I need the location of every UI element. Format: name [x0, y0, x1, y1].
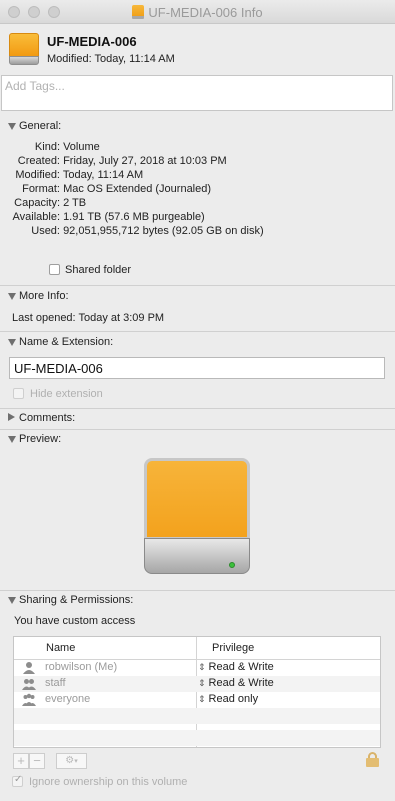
user-name: robwilson (Me) [45, 661, 118, 673]
shared-folder-checkbox[interactable] [49, 264, 60, 275]
stepper-arrows-icon: ⇕ [198, 678, 206, 688]
title-bar: UF-MEDIA-006 Info [0, 0, 395, 24]
external-drive-icon [9, 33, 39, 65]
privilege-select[interactable]: ⇕ Read & Write [198, 677, 274, 689]
sharing-label: Sharing & Permissions: [19, 594, 134, 606]
comments-section-toggle[interactable]: Comments: [0, 409, 395, 429]
ignore-ownership-label: Ignore ownership on this volume [29, 776, 188, 788]
item-modified: Modified: Today, 11:14 AM [47, 53, 175, 65]
sharing-section-toggle[interactable]: Sharing & Permissions: [0, 591, 395, 611]
remove-user-button[interactable]: − [29, 753, 45, 769]
divider [0, 331, 395, 332]
more-info-label: More Info: [19, 290, 69, 302]
table-row-empty [14, 708, 380, 724]
table-row[interactable]: everyone ⇕ Read only [14, 692, 380, 708]
column-header-privilege[interactable]: Privilege [212, 637, 254, 659]
column-header-name[interactable]: Name [46, 637, 75, 659]
general-row: Created: Friday, July 27, 2018 at 10:03 … [17, 155, 227, 167]
disclosure-open-icon [8, 597, 16, 604]
drive-preview-icon [144, 458, 250, 576]
user-name: staff [45, 677, 66, 689]
ignore-ownership-checkbox[interactable] [12, 774, 23, 787]
general-row: Available: 1.91 TB (57.6 MB purgeable) [12, 211, 205, 223]
preview-section-toggle[interactable]: Preview: [0, 430, 395, 450]
hide-extension-checkbox[interactable] [13, 388, 24, 399]
window-title: UF-MEDIA-006 Info [0, 5, 395, 20]
stepper-arrows-icon: ⇕ [198, 662, 206, 672]
privilege-select[interactable]: ⇕ Read & Write [198, 661, 274, 673]
stepper-arrows-icon: ⇕ [198, 694, 206, 704]
general-row: Used: 92,051,955,712 bytes (92.05 GB on … [31, 225, 264, 237]
comments-label: Comments: [19, 412, 76, 424]
disclosure-open-icon [8, 123, 16, 130]
drive-led-icon [229, 562, 235, 568]
everyone-icon [22, 693, 36, 706]
shared-folder-label: Shared folder [65, 264, 132, 276]
name-extension-section-toggle[interactable]: Name & Extension: [0, 333, 395, 353]
disclosure-open-icon [8, 339, 16, 346]
hide-extension-label: Hide extension [30, 388, 103, 400]
general-section-toggle[interactable]: General: [0, 117, 395, 137]
user-name: everyone [45, 693, 91, 705]
privilege-select[interactable]: ⇕ Read only [198, 693, 258, 705]
group-icon [22, 677, 36, 690]
preview-label: Preview: [19, 433, 62, 445]
general-row: Format: Mac OS Extended (Journaled) [22, 183, 212, 195]
table-row[interactable]: robwilson (Me) ⇕ Read & Write [14, 660, 380, 676]
table-row-empty [14, 730, 380, 746]
disclosure-closed-icon [8, 413, 15, 421]
user-icon [22, 661, 36, 674]
tags-input[interactable]: Add Tags... [1, 75, 393, 111]
general-label: General: [19, 120, 62, 132]
add-user-button[interactable]: + [13, 753, 29, 769]
lock-icon[interactable] [366, 752, 379, 767]
general-row: Capacity: 2 TB [14, 197, 87, 209]
drive-icon [132, 5, 145, 19]
permissions-table: Name Privilege robwilson (Me) ⇕ Read & Wr… [13, 636, 381, 748]
general-row: Modified: Today, 11:14 AM [15, 169, 144, 181]
divider [0, 285, 395, 286]
general-row: Kind: Volume [34, 141, 100, 153]
item-name: UF-MEDIA-006 [47, 34, 137, 49]
action-menu-button[interactable]: ⚙▾ [56, 753, 87, 769]
name-extension-label: Name & Extension: [19, 336, 114, 348]
disclosure-open-icon [8, 436, 16, 443]
chevron-down-icon: ▾ [74, 758, 78, 765]
disclosure-open-icon [8, 293, 16, 300]
last-opened-row: Last opened: Today at 3:09 PM [12, 312, 165, 324]
table-row[interactable]: staff ⇕ Read & Write [14, 676, 380, 692]
more-info-section-toggle[interactable]: More Info: [0, 287, 395, 307]
access-text: You have custom access [14, 615, 136, 627]
window-title-text: UF-MEDIA-006 Info [148, 5, 263, 20]
gear-icon: ⚙ [65, 755, 75, 766]
name-input[interactable]: UF-MEDIA-006 [9, 357, 385, 379]
